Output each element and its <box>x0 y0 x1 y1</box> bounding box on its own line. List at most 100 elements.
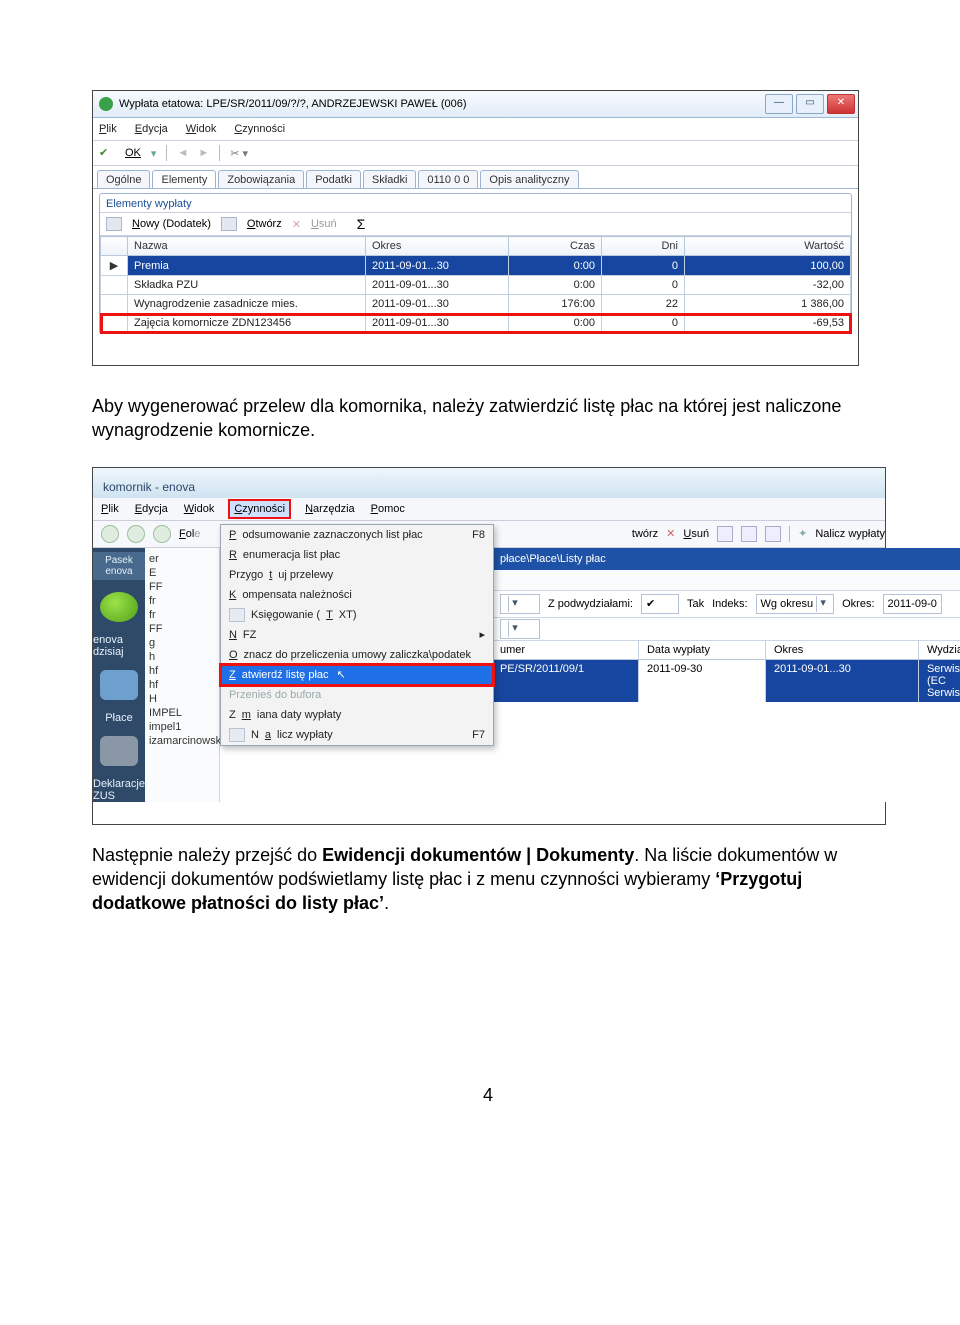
delete-button[interactable]: Usuń <box>311 218 337 230</box>
tab-opis[interactable]: Opis analityczny <box>480 170 578 188</box>
list-item[interactable]: hf <box>147 678 217 692</box>
tab-podatki[interactable]: Podatki <box>306 170 361 188</box>
list-item[interactable]: fr <box>147 608 217 622</box>
col-data[interactable]: Data wypłaty <box>639 641 766 659</box>
menu-item[interactable]: Przygotuj przelewy <box>221 565 493 585</box>
menu-widok[interactable]: Widok <box>186 123 217 135</box>
maximize-button[interactable]: ▭ <box>796 94 824 114</box>
table-row[interactable]: ▶ Premia 2011-09-01...30 0:00 0 100,00 <box>101 256 851 276</box>
nalicz-button[interactable]: Nalicz wypłaty <box>815 528 885 540</box>
tworz-label[interactable]: twórz <box>632 528 658 540</box>
ok-button[interactable]: OK <box>125 147 141 159</box>
col-okres[interactable]: Okres <box>766 641 919 659</box>
list-item[interactable]: fr <box>147 594 217 608</box>
open-button[interactable]: Otwórz <box>247 218 282 230</box>
menu-item[interactable]: NFZ▸ <box>221 625 493 645</box>
indeks-label: Indeks: <box>712 598 747 610</box>
col-wartosc[interactable]: Wartość <box>685 237 851 256</box>
nav-icon[interactable] <box>101 525 119 543</box>
usun-button[interactable]: Usuń <box>683 528 709 540</box>
menu-item-zatwierdz[interactable]: Zatwierdź listę płac↖ <box>221 665 493 685</box>
app-icon <box>99 97 113 111</box>
col-numer[interactable]: umer <box>492 641 639 659</box>
nav-back-icon[interactable]: ◄ <box>177 147 188 159</box>
separator <box>166 145 167 161</box>
col-czas[interactable]: Czas <box>509 237 602 256</box>
list-item[interactable]: g <box>147 636 217 650</box>
menu-narzedzia[interactable]: Narzędzia <box>305 503 355 515</box>
table-row-highlighted[interactable]: Zajęcia komornicze ZDN123456 2011-09-01.… <box>101 314 851 333</box>
window-title: Wypłata etatowa: LPE/SR/2011/09/?/?, AND… <box>119 98 467 110</box>
list-item[interactable]: hf <box>147 664 217 678</box>
list-item[interactable]: er <box>147 552 217 566</box>
sigma-button[interactable]: Σ <box>357 216 366 232</box>
filter-combo[interactable]: ▾ <box>500 619 540 639</box>
deklaracje-icon[interactable] <box>100 736 138 766</box>
col-nazwa[interactable]: Nazwa <box>128 237 366 256</box>
list-item[interactable]: FF <box>147 580 217 594</box>
minimize-button[interactable]: — <box>765 94 793 114</box>
tab-zobowiazania[interactable]: Zobowiązania <box>218 170 304 188</box>
nav-icon[interactable] <box>153 525 171 543</box>
folder-tree[interactable]: er E FF fr fr FF g h hf hf H IMPEL impel… <box>145 548 220 802</box>
col-wydzial[interactable]: Wydział <box>919 641 960 659</box>
menu-widok[interactable]: Widok <box>184 503 215 515</box>
menu-item[interactable]: Nalicz wypłatyF7 <box>221 725 493 745</box>
breadcrumb: płace\Płace\Listy płac <box>492 548 960 570</box>
list-item[interactable]: izamarcinowska <box>147 734 217 748</box>
folder-button[interactable]: Fole <box>179 528 200 540</box>
new-icon <box>106 217 122 231</box>
nalicz-icon: ✦ <box>798 527 807 540</box>
tool-icon[interactable] <box>741 526 757 542</box>
menu-item[interactable]: Kompensata należności <box>221 585 493 605</box>
list-item[interactable]: H <box>147 692 217 706</box>
indeks-combo[interactable]: Wg okresu▾ <box>756 594 835 614</box>
enova-dzisiaj-icon[interactable] <box>100 592 138 622</box>
table-row[interactable]: Składka PZU 2011-09-01...30 0:00 0 -32,0… <box>101 276 851 295</box>
close-button[interactable]: ✕ <box>827 94 855 114</box>
zpod-check[interactable]: ✔ <box>641 594 679 614</box>
tab-elementy[interactable]: Elementy <box>152 170 216 188</box>
sidebar-item-place[interactable]: Płace <box>105 712 133 724</box>
menu-plik[interactable]: Plik <box>99 123 117 135</box>
menu-item[interactable]: Przenieś do bufora <box>221 685 493 705</box>
list-item[interactable]: h <box>147 650 217 664</box>
menu-czynnosci[interactable]: Czynności <box>234 123 285 135</box>
ok-dropdown-icon[interactable]: ▾ <box>151 147 157 160</box>
menu-item[interactable]: Zmiana daty wypłaty <box>221 705 493 725</box>
list-item[interactable]: E <box>147 566 217 580</box>
new-button[interactable]: Nowy (Dodatek) <box>132 218 211 230</box>
tab-kod[interactable]: 0110 0 0 <box>418 170 478 188</box>
list-header: umer Data wypłaty Okres Wydział <box>492 641 960 660</box>
tool-icon[interactable] <box>765 526 781 542</box>
sidebar-item-deklaracje[interactable]: Deklaracje ZUS <box>93 778 145 802</box>
table-row[interactable]: Wynagrodzenie zasadnicze mies. 2011-09-0… <box>101 295 851 314</box>
list-row[interactable]: PE/SR/2011/09/1 2011-09-30 2011-09-01...… <box>492 660 960 702</box>
list-item[interactable]: FF <box>147 622 217 636</box>
filter-combo[interactable]: ▾ <box>500 594 540 614</box>
tools-icon[interactable]: ✂ ▾ <box>230 147 248 160</box>
menu-item[interactable]: Podsumowanie zaznaczonych list płacF8 <box>221 525 493 545</box>
delete-x-icon: ✕ <box>292 218 301 231</box>
nav-fwd-icon[interactable]: ► <box>198 147 209 159</box>
place-icon[interactable] <box>100 670 138 700</box>
nav-icon[interactable] <box>127 525 145 543</box>
tab-ogolne[interactable]: Ogólne <box>97 170 150 188</box>
menu-edycja[interactable]: Edycja <box>135 503 168 515</box>
menu-item[interactable]: Renumeracja list płac <box>221 545 493 565</box>
tab-skladki[interactable]: Składki <box>363 170 416 188</box>
txt-icon <box>229 608 245 622</box>
menu-item[interactable]: Oznacz do przeliczenia umowy zaliczka\po… <box>221 645 493 665</box>
menu-item[interactable]: Księgowanie (TXT) <box>221 605 493 625</box>
menu-pomoc[interactable]: Pomoc <box>371 503 405 515</box>
list-item[interactable]: IMPEL <box>147 706 217 720</box>
col-dni[interactable]: Dni <box>602 237 685 256</box>
list-item[interactable]: impel1 <box>147 720 217 734</box>
tool-icon[interactable] <box>717 526 733 542</box>
okres-input[interactable]: 2011-09-0 <box>883 594 942 614</box>
menu-edycja[interactable]: Edycja <box>135 123 168 135</box>
col-okres[interactable]: Okres <box>366 237 509 256</box>
menu-czynnosci[interactable]: Czynności <box>230 501 289 517</box>
sidebar-item-dzisiaj[interactable]: enova dzisiaj <box>93 634 145 658</box>
menu-plik[interactable]: Plik <box>101 503 119 515</box>
